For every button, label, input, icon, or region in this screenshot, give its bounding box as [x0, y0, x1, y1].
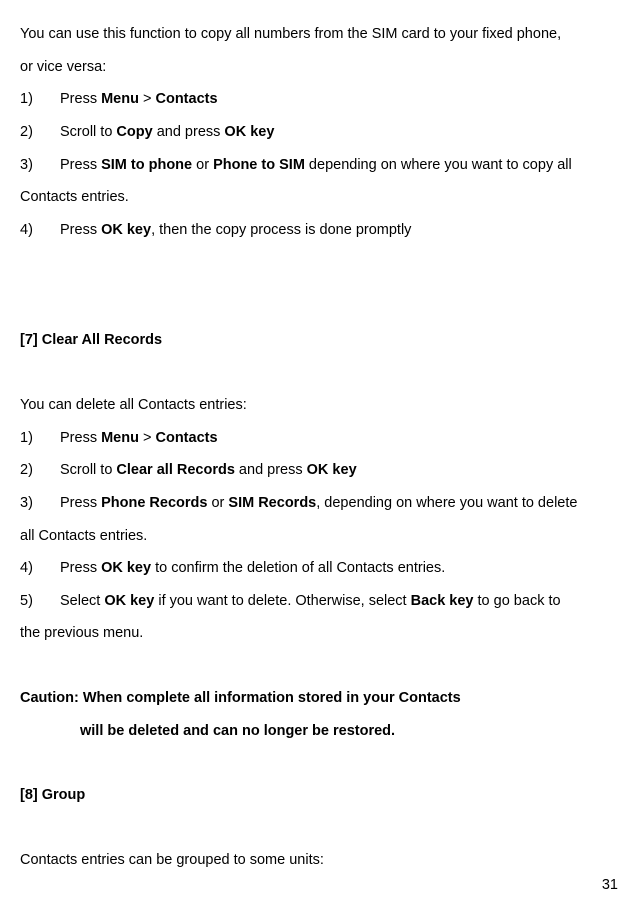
text: or [207, 495, 228, 511]
list-content: Press SIM to phone or Phone to SIM depen… [60, 149, 620, 182]
text: > [139, 430, 156, 446]
bold-text: Copy [116, 124, 156, 140]
list-content: Press Menu > Contacts [60, 422, 620, 455]
bold-text: OK key [307, 462, 357, 478]
list-item-1: 1) Press Menu > Contacts [20, 83, 620, 116]
s7-list-item-3: 3) Press Phone Records or SIM Records, d… [20, 487, 620, 520]
text: Press [60, 157, 101, 173]
bold-text: OK key [101, 222, 151, 238]
bold-text: Contacts [155, 430, 217, 446]
bold-text: Phone to SIM [213, 157, 305, 173]
intro-line-1: You can use this function to copy all nu… [20, 18, 620, 51]
list-content: Press Menu > Contacts [60, 83, 620, 116]
text: to go back to [478, 593, 561, 609]
text: Scroll to [60, 124, 116, 140]
text: Scroll to [60, 462, 116, 478]
bold-text: Clear all Records [116, 462, 234, 478]
list-item-4: 4) Press OK key, then the copy process i… [20, 214, 620, 247]
bold-text: OK key [224, 124, 274, 140]
list-number: 2) [20, 116, 60, 149]
text: and press [235, 462, 307, 478]
text: Select [60, 593, 104, 609]
list-content: Select OK key if you want to delete. Oth… [60, 585, 620, 618]
s7-list-item-2: 2) Scroll to Clear all Records and press… [20, 454, 620, 487]
bold-text: Back key [411, 593, 478, 609]
text: depending on where you want to copy all [305, 157, 572, 173]
s7-list-item-1: 1) Press Menu > Contacts [20, 422, 620, 455]
list-item-3: 3) Press SIM to phone or Phone to SIM de… [20, 149, 620, 182]
text: Press [60, 560, 101, 576]
text: Press [60, 495, 101, 511]
list-continuation: all Contacts entries. [20, 520, 620, 553]
text: , depending on where you want to delete [316, 495, 577, 511]
list-continuation: Contacts entries. [20, 181, 620, 214]
caution-line-2: will be deleted and can no longer be res… [20, 715, 620, 748]
list-number: 4) [20, 214, 60, 247]
s7-list-item-4: 4) Press OK key to confirm the deletion … [20, 552, 620, 585]
section-8-intro: Contacts entries can be grouped to some … [20, 844, 620, 877]
bold-text: OK key [101, 560, 151, 576]
list-number: 3) [20, 487, 60, 520]
text: and press [157, 124, 225, 140]
text: if you want to delete. Otherwise, select [158, 593, 410, 609]
caution-line-1: Caution: When complete all information s… [20, 682, 620, 715]
page-number: 31 [602, 869, 618, 902]
list-content: Press OK key, then the copy process is d… [60, 214, 620, 247]
caution-block: Caution: When complete all information s… [20, 682, 620, 747]
list-number: 5) [20, 585, 60, 618]
list-number: 4) [20, 552, 60, 585]
section-7-heading: [7] Clear All Records [20, 324, 620, 357]
list-number: 2) [20, 454, 60, 487]
bold-text: SIM to phone [101, 157, 192, 173]
list-continuation: the previous menu. [20, 617, 620, 650]
section-7-intro: You can delete all Contacts entries: [20, 389, 620, 422]
list-number: 3) [20, 149, 60, 182]
list-item-2: 2) Scroll to Copy and press OK key [20, 116, 620, 149]
list-content: Press OK key to confirm the deletion of … [60, 552, 620, 585]
list-content: Scroll to Clear all Records and press OK… [60, 454, 620, 487]
section-8-heading: [8] Group [20, 779, 620, 812]
bold-text: Menu [101, 91, 139, 107]
bold-text: Contacts [155, 91, 217, 107]
text: Press [60, 91, 101, 107]
text: > [139, 91, 156, 107]
bold-text: Phone Records [101, 495, 207, 511]
list-number: 1) [20, 422, 60, 455]
bold-text: OK key [104, 593, 158, 609]
bold-text: Menu [101, 430, 139, 446]
list-number: 1) [20, 83, 60, 116]
list-content: Press Phone Records or SIM Records, depe… [60, 487, 620, 520]
bold-text: SIM Records [228, 495, 316, 511]
text: , then the copy process is done promptly [151, 222, 411, 238]
text: Press [60, 430, 101, 446]
text: to confirm the deletion of all Contacts … [151, 560, 445, 576]
text: or [192, 157, 213, 173]
list-content: Scroll to Copy and press OK key [60, 116, 620, 149]
s7-list-item-5: 5) Select OK key if you want to delete. … [20, 585, 620, 618]
text: Press [60, 222, 101, 238]
intro-line-2: or vice versa: [20, 51, 620, 84]
